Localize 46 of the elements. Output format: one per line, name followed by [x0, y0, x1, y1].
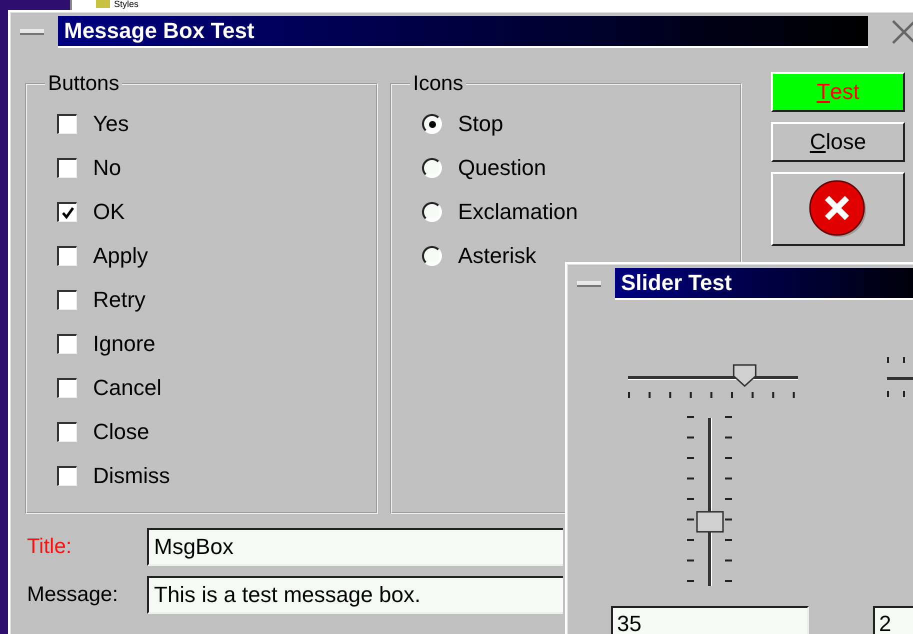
- field-label: Title:: [27, 535, 73, 559]
- checkbox-label[interactable]: OK: [93, 199, 125, 225]
- value-field[interactable]: 35: [611, 606, 809, 634]
- radio-label[interactable]: Stop: [458, 111, 504, 137]
- radio-label[interactable]: Exclamation: [458, 199, 578, 225]
- radio-label[interactable]: Question: [458, 155, 546, 181]
- checkbox[interactable]: [57, 466, 77, 486]
- checkbox-label[interactable]: Apply: [93, 243, 148, 269]
- checkbox[interactable]: [57, 158, 77, 178]
- radio-button[interactable]: [422, 202, 442, 222]
- radio-button[interactable]: [422, 158, 442, 178]
- minimize-button[interactable]: [20, 29, 44, 35]
- window-title: Slider Test: [615, 268, 913, 300]
- close-button[interactable]: Close: [771, 122, 905, 162]
- radio-button[interactable]: [422, 246, 442, 266]
- group-title: Buttons: [47, 72, 120, 96]
- slider-thumb[interactable]: [732, 364, 756, 388]
- checkbox-label[interactable]: Yes: [93, 111, 129, 137]
- checkbox[interactable]: [57, 246, 77, 266]
- close-icon[interactable]: [890, 18, 913, 46]
- radio-button[interactable]: [422, 114, 442, 134]
- tree-item[interactable]: Styles: [114, 0, 139, 9]
- checkbox-label[interactable]: Close: [93, 419, 150, 445]
- checkbox-label[interactable]: No: [93, 155, 122, 181]
- checkbox[interactable]: [57, 422, 77, 442]
- checkbox-label[interactable]: Cancel: [93, 375, 162, 401]
- value-field[interactable]: 2: [873, 606, 913, 634]
- error-icon: [808, 179, 868, 239]
- checkbox-label[interactable]: Retry: [93, 287, 146, 313]
- minimize-button[interactable]: [577, 281, 601, 287]
- checkbox[interactable]: [57, 378, 77, 398]
- checkbox[interactable]: [57, 202, 77, 222]
- window-title: Message Box Test: [58, 16, 868, 48]
- radio-label[interactable]: Asterisk: [458, 243, 536, 269]
- field-label: Message:: [27, 583, 120, 607]
- checkbox-label[interactable]: Dismiss: [93, 463, 170, 489]
- checkbox[interactable]: [57, 114, 77, 134]
- checkbox[interactable]: [57, 334, 77, 354]
- group-title: Icons: [412, 72, 464, 96]
- checkbox-label[interactable]: Ignore: [93, 331, 156, 357]
- checkbox[interactable]: [57, 290, 77, 310]
- text-field[interactable]: MsgBox: [147, 528, 563, 566]
- text-field[interactable]: This is a test message box.: [147, 576, 563, 614]
- error-icon-button[interactable]: [771, 172, 905, 246]
- folder-icon: [96, 0, 110, 8]
- slider-thumb[interactable]: [696, 511, 724, 533]
